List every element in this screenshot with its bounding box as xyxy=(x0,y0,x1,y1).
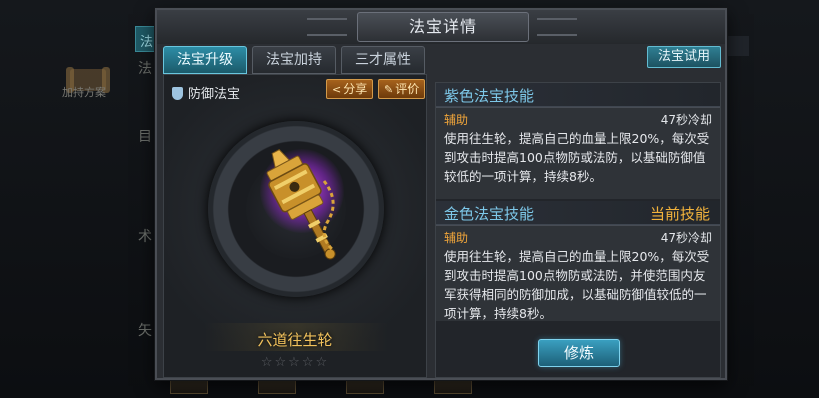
rate-button[interactable]: ✎ 评价 xyxy=(378,79,426,99)
background-item-slot xyxy=(170,378,208,394)
dialog-title: 法宝详情 xyxy=(408,17,477,36)
shield-icon xyxy=(172,87,183,100)
background-side-char: 矢 xyxy=(138,323,152,339)
skill-description: 使用往生轮，提高自己的血量上限20%，每次受到攻击时提高100点物防或法防，并使… xyxy=(444,249,710,321)
treasure-ring-frame xyxy=(208,121,384,297)
share-label: 分享 xyxy=(343,82,368,96)
gold-skill-body: 辅助 47秒冷却 使用往生轮，提高自己的血量上限20%，每次受到攻击时提高100… xyxy=(436,225,720,321)
background-item-slot xyxy=(434,378,472,394)
skill-type: 辅助 xyxy=(444,113,469,127)
current-skill-label: 当前技能 xyxy=(649,205,710,223)
gold-skill-title: 金色法宝技能 xyxy=(444,205,535,223)
background-item-slot xyxy=(258,378,296,394)
title-ornament xyxy=(537,18,577,36)
golden-prayer-wheel-icon[interactable] xyxy=(254,141,350,271)
purple-skill-title: 紫色法宝技能 xyxy=(444,87,535,105)
background-side-char: 术 xyxy=(138,229,152,245)
treasure-type: 防御法宝 xyxy=(172,83,240,102)
treasure-stars: ☆☆☆☆☆ xyxy=(260,355,330,370)
background-item-slot xyxy=(346,378,384,394)
treasure-trial-button[interactable]: 法宝试用 xyxy=(647,46,721,68)
rate-label: 评价 xyxy=(395,82,420,96)
tab-treasure-blessing[interactable]: 法宝加持 xyxy=(252,46,336,74)
skill-type: 辅助 xyxy=(444,231,469,245)
train-button[interactable]: 修炼 xyxy=(538,339,620,367)
edit-icon: ✎ xyxy=(384,83,394,96)
skill-cooldown: 47秒冷却 xyxy=(660,113,712,127)
background-scroll-label: 加持方案 xyxy=(62,86,106,99)
purple-skill-body: 辅助 47秒冷却 使用往生轮，提高自己的血量上限20%，每次受到攻击时提高100… xyxy=(436,107,720,199)
title-ornament xyxy=(307,18,347,36)
skill-info-pane: 紫色法宝技能 辅助 47秒冷却 使用往生轮，提高自己的血量上限20%，每次受到攻… xyxy=(435,82,721,378)
purple-skill-header: 紫色法宝技能 xyxy=(436,83,720,107)
gold-skill-header: 金色法宝技能 当前技能 xyxy=(436,201,720,225)
dialog-title-bar: 法宝详情 xyxy=(157,10,725,44)
dialog-title-plate: 法宝详情 xyxy=(357,12,529,42)
background-side-char: 法 xyxy=(138,61,152,77)
skill-cooldown: 47秒冷却 xyxy=(660,231,712,245)
background-side-char: 目 xyxy=(138,129,152,145)
tab-treasure-upgrade[interactable]: 法宝升级 xyxy=(163,46,247,74)
skill-description: 使用往生轮，提高自己的血量上限20%，每次受到攻击时提高100点物防或法防，以基… xyxy=(444,131,710,184)
treasure-type-label: 防御法宝 xyxy=(188,87,241,102)
treasure-name: 六道往生轮 xyxy=(257,331,333,349)
background-button xyxy=(727,36,749,56)
treasure-detail-dialog: 法宝详情 法宝升级 法宝加持 三才属性 法宝试用 防御法宝 <分享 ✎评价 xyxy=(155,8,727,380)
treasure-display-pane: 防御法宝 < 分享 ✎ 评价 六道往生轮 ☆☆☆☆☆ xyxy=(163,74,427,378)
share-button[interactable]: < 分享 xyxy=(326,79,374,99)
share-icon: < xyxy=(332,83,342,96)
tab-three-talents[interactable]: 三才属性 xyxy=(341,46,425,74)
